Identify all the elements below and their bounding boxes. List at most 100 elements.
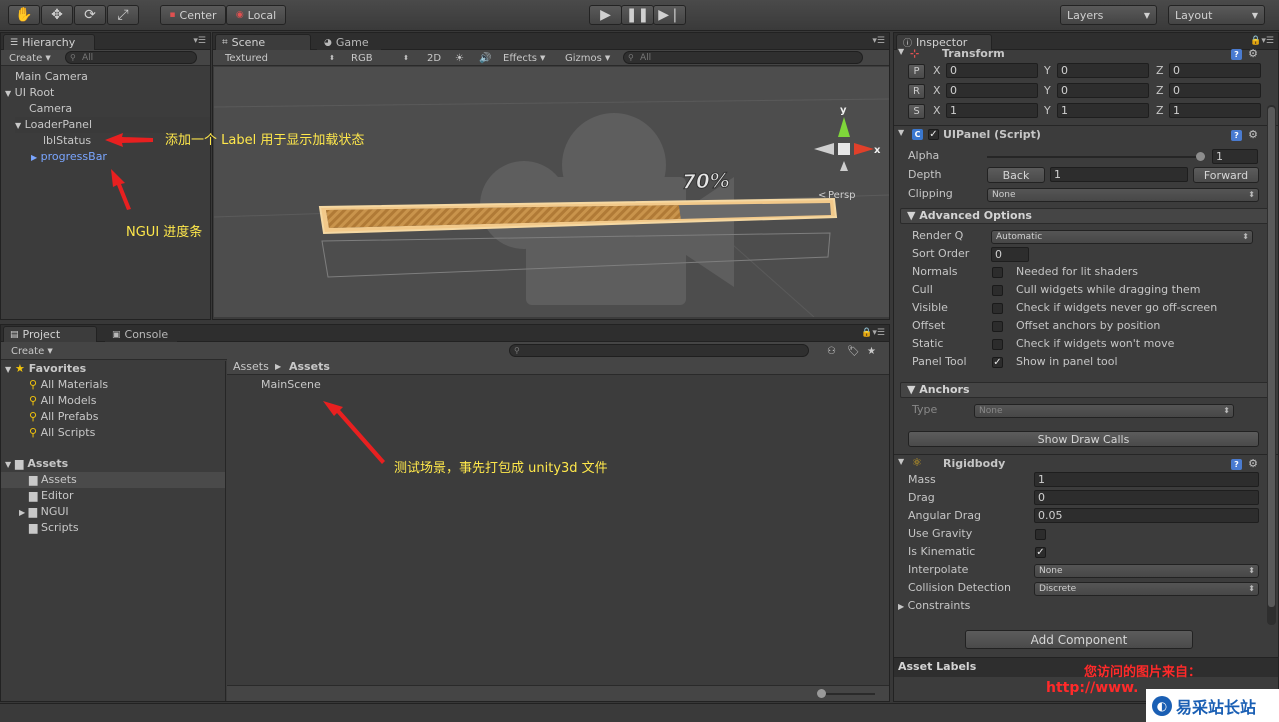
option-checkbox[interactable]: ✓ — [992, 357, 1003, 368]
mass-field[interactable]: 1 — [1034, 472, 1259, 487]
x-axis-cone[interactable] — [854, 143, 874, 155]
color-mode-dropdown[interactable]: RGB ⬍ — [347, 51, 413, 65]
gear-icon[interactable]: ⚙ — [1248, 457, 1258, 470]
position-reset-button[interactable]: P — [908, 64, 925, 79]
help-icon[interactable]: ? — [1231, 49, 1242, 60]
clipping-dropdown[interactable]: None — [987, 188, 1259, 202]
filter-type-icon[interactable]: ⚇ — [823, 344, 840, 358]
expand-arrow-icon[interactable]: ▼ — [898, 47, 904, 56]
effects-dropdown[interactable]: Effects ▼ — [499, 51, 549, 65]
collision-detection-dropdown[interactable]: Discrete — [1034, 582, 1259, 596]
scrollbar-thumb[interactable] — [1268, 107, 1275, 607]
depth-field[interactable]: 1 — [1050, 167, 1188, 182]
anchors-header[interactable]: ▼ Anchors — [900, 382, 1272, 398]
space-local-button[interactable]: ◉ Local — [226, 5, 286, 25]
axis-gizmo[interactable]: y x — [814, 105, 881, 171]
folder-item-ngui[interactable]: ▶ ▆ NGUI — [19, 504, 69, 520]
scale-reset-button[interactable]: S — [908, 104, 925, 119]
help-icon[interactable]: ? — [1231, 459, 1242, 470]
option-checkbox[interactable] — [992, 339, 1003, 350]
breadcrumb-item[interactable]: Assets — [289, 359, 330, 375]
rotation-y-field[interactable]: 0 — [1057, 83, 1149, 98]
option-checkbox[interactable] — [992, 285, 1003, 296]
hierarchy-item-progressbar[interactable]: ▶ progressBar — [31, 149, 107, 165]
panel-menu-icon[interactable]: ▾☰ — [193, 36, 206, 46]
neg-y-axis-cone[interactable] — [840, 161, 848, 171]
help-icon[interactable]: ? — [1231, 130, 1242, 141]
inspector-scrollbar[interactable] — [1267, 105, 1276, 625]
uipanel-header[interactable]: ▼ C ✓ UIPanel (Script) ? ⚙ — [894, 125, 1278, 143]
filter-label-icon[interactable]: 🏷 — [843, 344, 864, 358]
step-button[interactable]: ▶❘ — [653, 5, 686, 25]
option-checkbox[interactable] — [992, 303, 1003, 314]
rigidbody-header[interactable]: ▼ ⚛ Rigidbody ? ⚙ — [894, 454, 1278, 472]
hierarchy-item-lblstatus[interactable]: lblStatus — [43, 133, 91, 149]
mode-2d-button[interactable]: 2D — [423, 51, 445, 65]
hierarchy-item-ui-root[interactable]: ▼ UI Root — [5, 85, 54, 101]
tab-game[interactable]: ◕ Game — [317, 34, 381, 50]
gizmo-center[interactable] — [838, 143, 850, 155]
favorite-item[interactable]: ⚲ All Prefabs — [29, 409, 99, 425]
tab-scene[interactable]: ⌗ Scene — [215, 34, 311, 50]
alpha-slider-track[interactable] — [987, 156, 1202, 158]
panel-menu-icon[interactable]: 🔒▾☰ — [861, 328, 885, 338]
project-search-input[interactable]: ⚲ — [509, 344, 809, 357]
scale-z-field[interactable]: 1 — [1169, 103, 1261, 118]
breadcrumb-item[interactable]: Assets — [233, 359, 269, 375]
layers-dropdown[interactable]: Layers ▼ — [1060, 5, 1157, 25]
expand-arrow-icon[interactable]: ▼ — [898, 128, 904, 137]
favorite-item[interactable]: ⚲ All Scripts — [29, 425, 95, 441]
rotation-reset-button[interactable]: R — [908, 84, 925, 99]
folder-item-editor[interactable]: ▆ Editor — [29, 488, 74, 504]
expand-arrow-icon[interactable]: ▼ — [15, 121, 21, 130]
expand-arrow-icon[interactable]: ▼ — [5, 89, 11, 98]
advanced-options-header[interactable]: ▼ Advanced Options — [900, 208, 1272, 224]
position-y-field[interactable]: 0 — [1057, 63, 1149, 78]
rotate-tool-icon[interactable]: ⟳ — [74, 5, 106, 25]
constraints-row[interactable]: ▶ Constraints — [898, 599, 970, 612]
scene-viewport[interactable]: 70% y x < Persp — [214, 67, 889, 317]
scale-x-field[interactable]: 1 — [946, 103, 1038, 118]
uipanel-enabled-checkbox[interactable]: ✓ — [928, 129, 939, 140]
use-gravity-checkbox[interactable] — [1035, 529, 1046, 540]
sort-order-field[interactable]: 0 — [991, 247, 1029, 262]
render-q-dropdown[interactable]: Automatic — [991, 230, 1253, 244]
tab-hierarchy[interactable]: ☰ Hierarchy — [3, 34, 95, 50]
position-z-field[interactable]: 0 — [1169, 63, 1261, 78]
is-kinematic-checkbox[interactable]: ✓ — [1035, 547, 1046, 558]
angular-drag-field[interactable]: 0.05 — [1034, 508, 1259, 523]
tab-console[interactable]: ▣ Console — [105, 326, 177, 342]
depth-forward-button[interactable]: Forward — [1193, 167, 1259, 183]
zoom-slider-handle[interactable] — [817, 689, 826, 698]
pause-button[interactable]: ❚❚ — [621, 5, 654, 25]
favorite-item[interactable]: ⚲ All Models — [29, 393, 96, 409]
drag-field[interactable]: 0 — [1034, 490, 1259, 505]
expand-arrow-icon[interactable]: ▶ — [31, 153, 37, 162]
assets-header[interactable]: ▼ ▆ Assets — [5, 456, 68, 472]
layout-dropdown[interactable]: Layout ▼ — [1168, 5, 1265, 25]
pivot-center-button[interactable]: ▪ Center — [160, 5, 226, 25]
panel-menu-icon[interactable]: 🔒▾☰ — [1250, 36, 1274, 46]
add-component-button[interactable]: Add Component — [965, 630, 1193, 649]
favorites-header[interactable]: ▼ ★ Favorites — [5, 361, 86, 377]
alpha-slider-handle[interactable] — [1196, 152, 1205, 161]
y-axis-cone[interactable] — [838, 117, 850, 137]
scale-tool-icon[interactable]: ⤢ — [107, 5, 139, 25]
move-tool-icon[interactable]: ✥ — [41, 5, 73, 25]
neg-x-axis-cone[interactable] — [814, 143, 834, 155]
panel-menu-icon[interactable]: ▾☰ — [872, 36, 885, 46]
gizmos-dropdown[interactable]: Gizmos ▼ — [561, 51, 614, 65]
tab-project[interactable]: ▤ Project — [3, 326, 97, 342]
hierarchy-item-main-camera[interactable]: Main Camera — [15, 69, 88, 85]
folder-item-scripts[interactable]: ▆ Scripts — [29, 520, 79, 536]
scale-y-field[interactable]: 1 — [1057, 103, 1149, 118]
gear-icon[interactable]: ⚙ — [1248, 128, 1258, 141]
zoom-slider-track[interactable] — [819, 693, 875, 695]
hand-tool-icon[interactable]: ✋ — [8, 5, 40, 25]
hierarchy-item-camera[interactable]: Camera — [29, 101, 72, 117]
gear-icon[interactable]: ⚙ — [1248, 47, 1258, 60]
create-dropdown[interactable]: Create ▼ — [5, 51, 55, 65]
render-mode-dropdown[interactable]: Textured ⬍ — [221, 51, 339, 65]
persp-label[interactable]: Persp — [828, 190, 856, 201]
create-dropdown[interactable]: Create ▼ — [7, 344, 57, 358]
